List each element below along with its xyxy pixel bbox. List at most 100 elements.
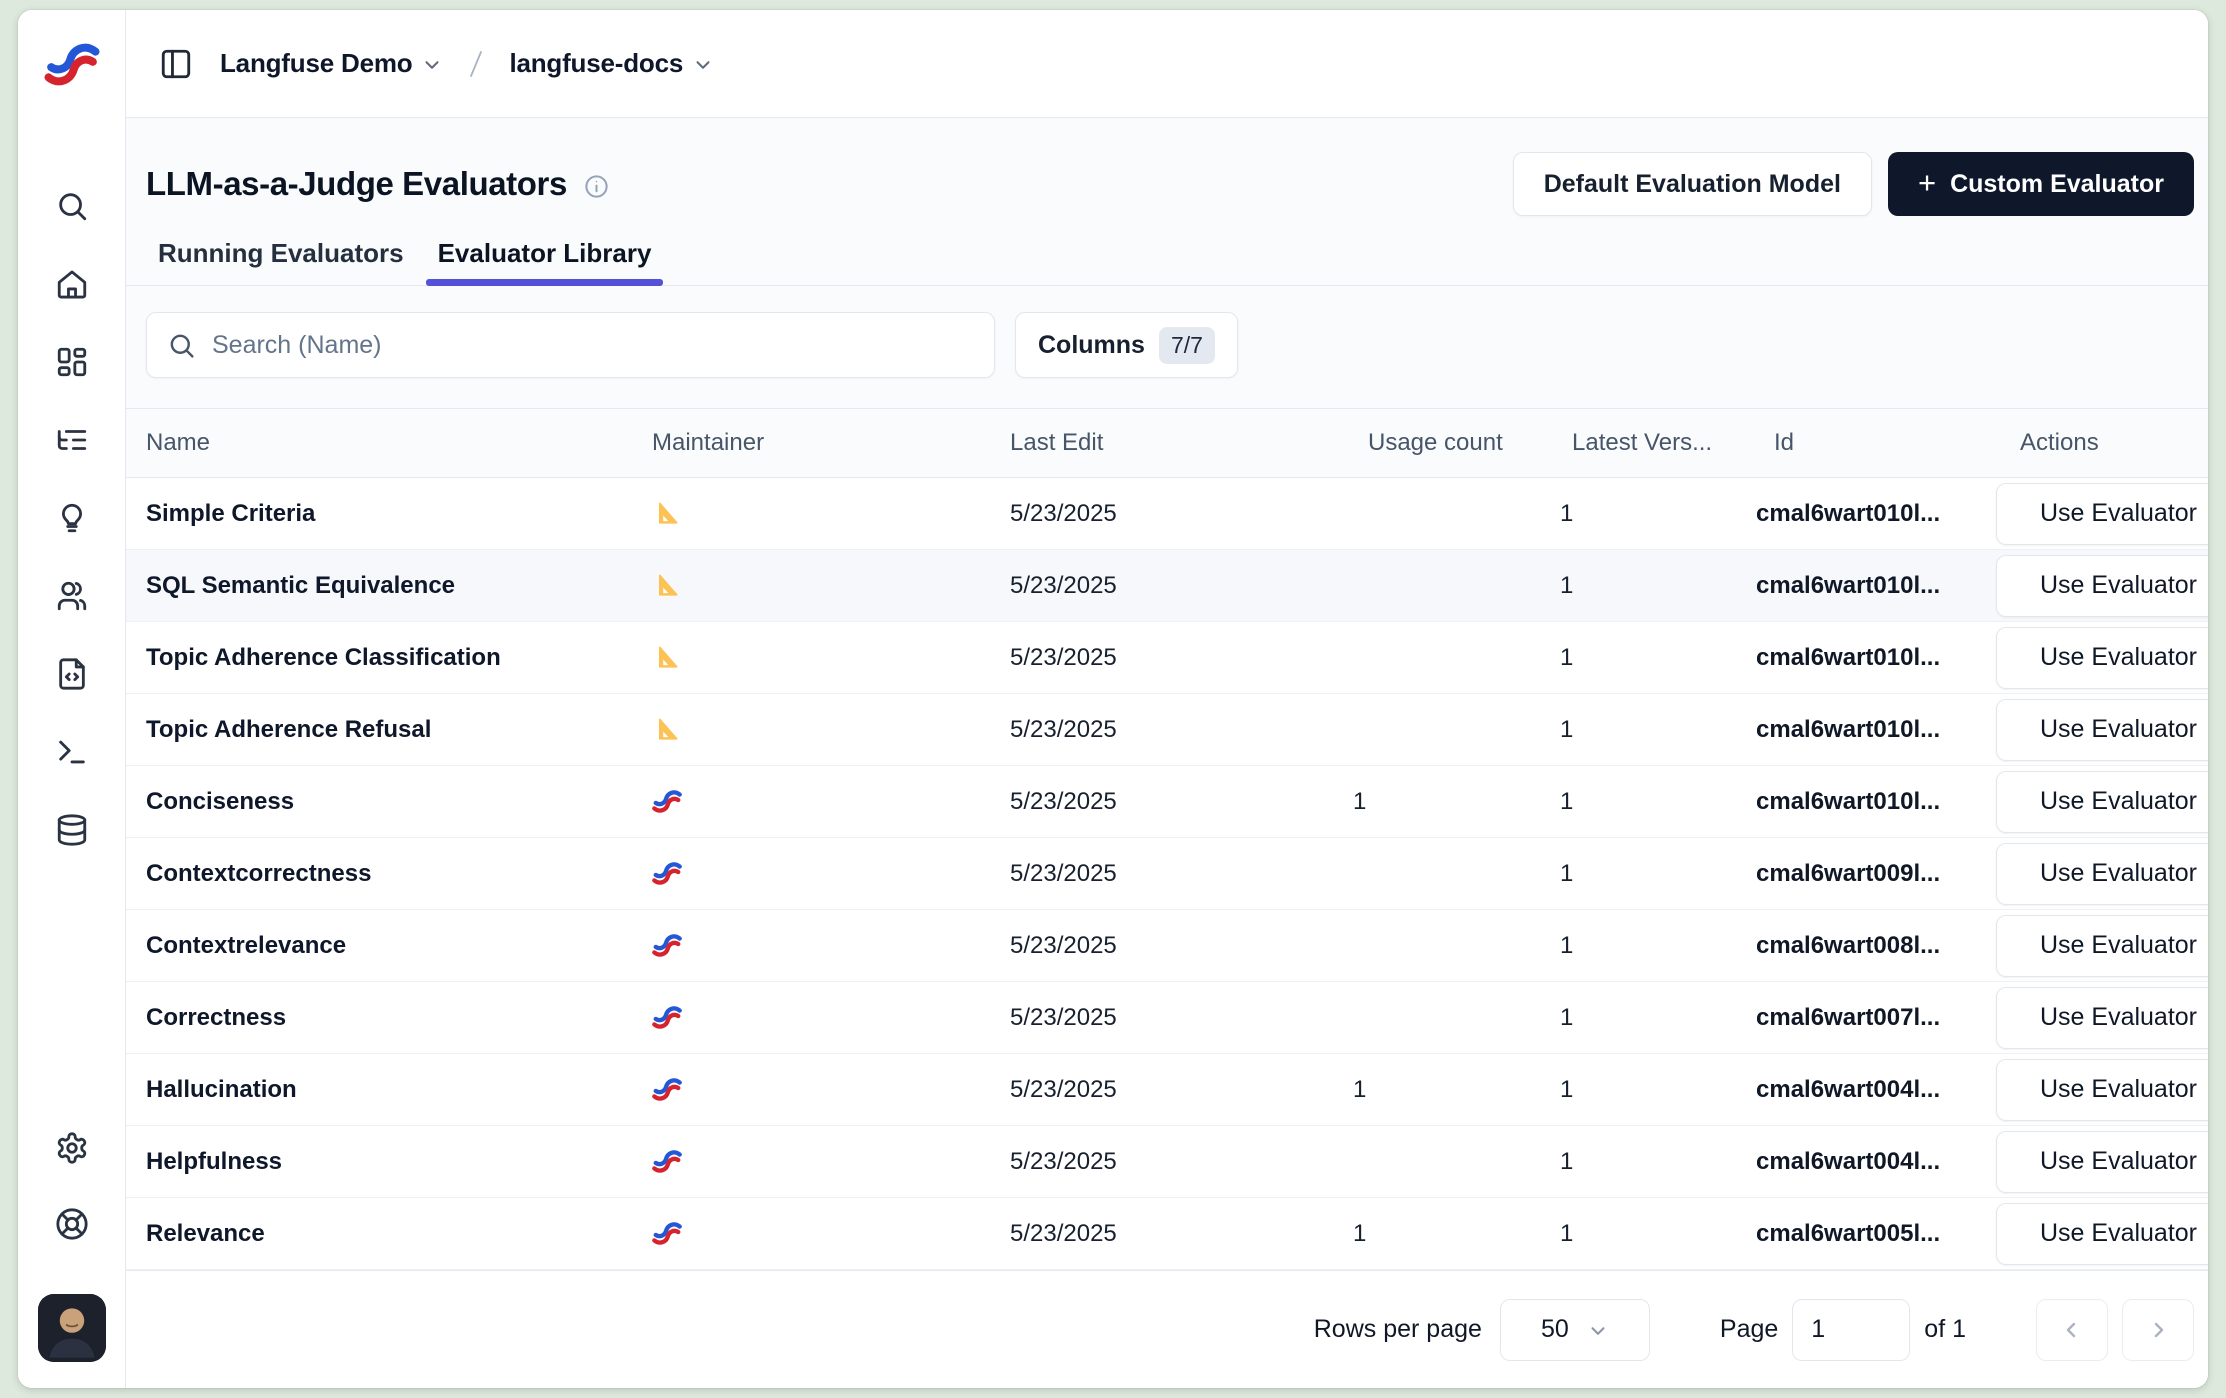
users-icon[interactable] [50, 574, 94, 618]
use-evaluator-button[interactable]: Use Evaluator [1996, 555, 2208, 617]
evaluator-id: cmal6wart005l... [1756, 1220, 1940, 1247]
sidebar-toggle-icon[interactable] [154, 42, 198, 86]
ragas-maintainer-icon [652, 644, 682, 671]
evaluator-id: cmal6wart009l... [1756, 860, 1940, 887]
settings-gear-icon[interactable] [50, 1126, 94, 1170]
page-number-input[interactable] [1792, 1299, 1910, 1361]
evaluator-name: Contextcorrectness [146, 860, 371, 887]
use-evaluator-button[interactable]: Use Evaluator [1996, 1131, 2208, 1193]
table-row[interactable]: Topic Adherence Classification 5/23/2025… [126, 622, 2208, 694]
terminal-icon[interactable] [50, 730, 94, 774]
plus-icon: + [1918, 165, 1936, 201]
column-header: Last Edit [1010, 429, 1268, 457]
langfuse-maintainer-icon [652, 1004, 682, 1031]
search-icon[interactable] [50, 184, 94, 228]
use-evaluator-button[interactable]: Use Evaluator [1996, 483, 2208, 545]
evaluator-name: Hallucination [146, 1076, 297, 1103]
table-row[interactable]: Correctness 5/23/2025 1 cmal6wart007l...… [126, 982, 2208, 1054]
latest-version-value: 1 [1560, 644, 1573, 671]
chevron-right-icon [2146, 1318, 2170, 1342]
user-avatar[interactable] [38, 1294, 106, 1362]
ragas-maintainer-icon [652, 716, 682, 743]
tab-running-evaluators[interactable]: Running Evaluators [146, 238, 416, 285]
support-lifebuoy-icon[interactable] [50, 1202, 94, 1246]
evaluator-id: cmal6wart004l... [1756, 1148, 1940, 1175]
chevron-down-icon [692, 54, 714, 76]
evaluator-id: cmal6wart010l... [1756, 500, 1940, 527]
column-header: Name [146, 429, 652, 457]
langfuse-logo[interactable] [18, 10, 125, 118]
latest-version-value: 1 [1560, 572, 1573, 599]
last-edit-value: 5/23/2025 [1010, 500, 1117, 527]
previous-page-button[interactable] [2036, 1299, 2108, 1361]
custom-evaluator-button[interactable]: + Custom Evaluator [1888, 152, 2194, 216]
chevron-down-icon [421, 54, 443, 76]
table-row[interactable]: Simple Criteria 5/23/2025 1 cmal6wart010… [126, 478, 2208, 550]
file-code-icon[interactable] [50, 652, 94, 696]
rows-per-page-value: 50 [1541, 1315, 1569, 1344]
database-icon[interactable] [50, 808, 94, 852]
table-row[interactable]: Topic Adherence Refusal 5/23/2025 1 cmal… [126, 694, 2208, 766]
table-body: Simple Criteria 5/23/2025 1 cmal6wart010… [126, 478, 2208, 1270]
evaluator-id: cmal6wart004l... [1756, 1076, 1940, 1103]
sidebar-rail [18, 10, 126, 1388]
app-window: Langfuse Demo langfuse-docs LLM-as-a-Jud… [18, 10, 2208, 1388]
search-input[interactable] [212, 331, 974, 360]
project-switcher[interactable]: langfuse-docs [509, 48, 714, 79]
last-edit-value: 5/23/2025 [1010, 1148, 1117, 1175]
evaluator-id: cmal6wart010l... [1756, 644, 1940, 671]
use-evaluator-button[interactable]: Use Evaluator [1996, 1059, 2208, 1121]
org-switcher[interactable]: Langfuse Demo [220, 48, 443, 79]
evaluator-name: SQL Semantic Equivalence [146, 572, 455, 599]
use-evaluator-button[interactable]: Use Evaluator [1996, 915, 2208, 977]
evaluator-id: cmal6wart010l... [1756, 572, 1940, 599]
use-evaluator-button[interactable]: Use Evaluator [1996, 699, 2208, 761]
org-name: Langfuse Demo [220, 48, 412, 79]
table-row[interactable]: Contextrelevance 5/23/2025 1 cmal6wart00… [126, 910, 2208, 982]
tracing-tree-icon[interactable] [50, 418, 94, 462]
latest-version-value: 1 [1560, 788, 1573, 815]
breadcrumb-slash-icon [461, 47, 491, 81]
table-row[interactable]: Helpfulness 5/23/2025 1 cmal6wart004l...… [126, 1126, 2208, 1198]
tab-strip: Running EvaluatorsEvaluator Library [126, 238, 2208, 286]
next-page-button[interactable] [2122, 1299, 2194, 1361]
table-header-row: NameMaintainerLast EditUsage countLatest… [126, 408, 2208, 478]
use-evaluator-button[interactable]: Use Evaluator [1996, 987, 2208, 1049]
usage-count-value: 1 [1353, 788, 1366, 815]
use-evaluator-button[interactable]: Use Evaluator [1996, 843, 2208, 905]
evaluator-name: Topic Adherence Classification [146, 644, 501, 671]
rows-per-page-label: Rows per page [1314, 1315, 1482, 1344]
default-evaluation-model-button[interactable]: Default Evaluation Model [1513, 152, 1872, 216]
page-label: Page [1720, 1315, 1778, 1344]
pagination-footer: Rows per page 50 Page of 1 [126, 1270, 2208, 1388]
columns-button[interactable]: Columns 7/7 [1015, 312, 1238, 378]
home-icon[interactable] [50, 262, 94, 306]
langfuse-maintainer-icon [652, 788, 682, 815]
table-row[interactable]: Hallucination 5/23/2025 1 1 cmal6wart004… [126, 1054, 2208, 1126]
table-row[interactable]: Relevance 5/23/2025 1 1 cmal6wart005l...… [126, 1198, 2208, 1270]
evaluator-name: Relevance [146, 1220, 265, 1247]
latest-version-value: 1 [1560, 1220, 1573, 1247]
ragas-maintainer-icon [652, 500, 682, 527]
use-evaluator-button[interactable]: Use Evaluator [1996, 627, 2208, 689]
evaluator-name: Conciseness [146, 788, 294, 815]
lightbulb-icon[interactable] [50, 496, 94, 540]
dashboard-grid-icon[interactable] [50, 340, 94, 384]
tab-evaluator-library[interactable]: Evaluator Library [426, 238, 664, 285]
top-navbar: Langfuse Demo langfuse-docs [126, 10, 2208, 118]
info-icon[interactable] [583, 173, 610, 200]
table-row[interactable]: SQL Semantic Equivalence 5/23/2025 1 cma… [126, 550, 2208, 622]
table-row[interactable]: Conciseness 5/23/2025 1 1 cmal6wart010l.… [126, 766, 2208, 838]
last-edit-value: 5/23/2025 [1010, 788, 1117, 815]
custom-evaluator-label: Custom Evaluator [1950, 170, 2164, 199]
use-evaluator-button[interactable]: Use Evaluator [1996, 1203, 2208, 1265]
last-edit-value: 5/23/2025 [1010, 932, 1117, 959]
table-row[interactable]: Contextcorrectness 5/23/2025 1 cmal6wart… [126, 838, 2208, 910]
evaluator-table: NameMaintainerLast EditUsage countLatest… [126, 408, 2208, 1388]
page-title: LLM-as-a-Judge Evaluators [146, 165, 567, 203]
use-evaluator-button[interactable]: Use Evaluator [1996, 771, 2208, 833]
latest-version-value: 1 [1560, 716, 1573, 743]
last-edit-value: 5/23/2025 [1010, 1220, 1117, 1247]
langfuse-maintainer-icon [652, 1220, 682, 1247]
rows-per-page-select[interactable]: 50 [1500, 1299, 1650, 1361]
